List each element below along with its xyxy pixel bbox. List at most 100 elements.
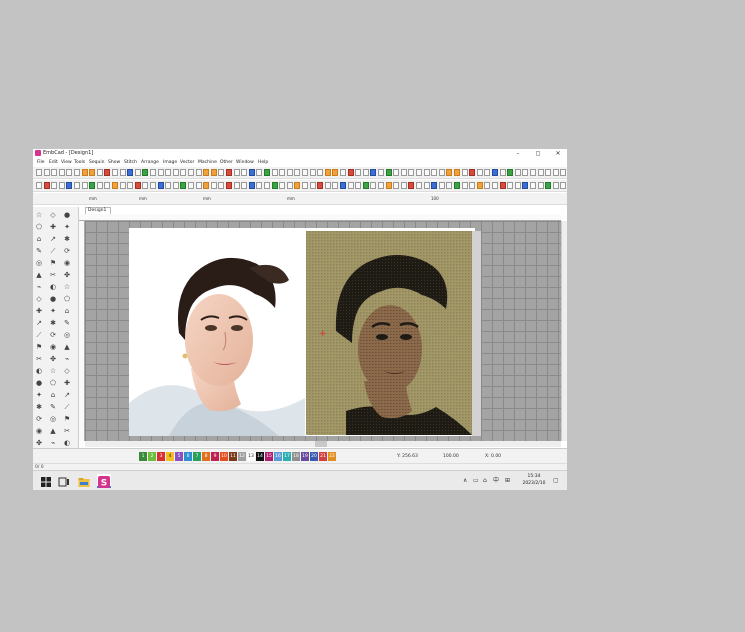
toolbox-tool-icon[interactable]: ✤ bbox=[63, 271, 71, 279]
toolbox-tool-icon[interactable]: ◇ bbox=[63, 367, 71, 375]
toolbox-tool-icon[interactable]: ⚑ bbox=[35, 343, 43, 351]
toolbar-button[interactable] bbox=[324, 182, 331, 189]
toolbar-button[interactable] bbox=[286, 182, 293, 189]
toolbar-button[interactable] bbox=[271, 169, 278, 176]
toolbar-button[interactable] bbox=[218, 169, 225, 176]
horizontal-scrollbar[interactable] bbox=[85, 441, 561, 447]
toolbar-button[interactable] bbox=[165, 182, 172, 189]
thread-color-swatch[interactable]: 5 bbox=[175, 452, 183, 461]
toolbar-button[interactable] bbox=[560, 182, 567, 189]
toolbar-button[interactable] bbox=[157, 169, 164, 176]
thread-color-swatch[interactable]: 10 bbox=[220, 452, 228, 461]
toolbar-button[interactable] bbox=[408, 182, 415, 189]
toolbar-button[interactable] bbox=[233, 182, 240, 189]
toolbar-button[interactable] bbox=[58, 169, 65, 176]
menu-window[interactable]: Window bbox=[236, 158, 254, 167]
toolbar-button[interactable] bbox=[492, 182, 498, 189]
toolbar-button[interactable] bbox=[317, 169, 324, 176]
toolbox-tool-icon[interactable]: ✂ bbox=[35, 355, 43, 363]
toolbar-button[interactable] bbox=[127, 182, 134, 189]
toolbar-button[interactable] bbox=[286, 169, 293, 176]
toolbar-button[interactable] bbox=[431, 182, 438, 189]
toolbar-button[interactable] bbox=[302, 169, 308, 176]
toolbar-button[interactable] bbox=[423, 182, 430, 189]
toolbox-tool-icon[interactable]: ⟋ bbox=[35, 331, 43, 339]
toolbox-tool-icon[interactable]: ✦ bbox=[35, 391, 43, 399]
thread-color-swatch[interactable]: 13 bbox=[247, 452, 255, 461]
vertical-scrollbar[interactable] bbox=[561, 221, 567, 441]
toolbox-tool-icon[interactable]: ↗ bbox=[49, 235, 57, 243]
toolbar-button[interactable] bbox=[294, 169, 301, 176]
toolbar-button[interactable] bbox=[271, 182, 278, 189]
toolbox-tool-icon[interactable]: ✎ bbox=[49, 403, 57, 411]
toolbar-button[interactable] bbox=[393, 182, 400, 189]
menu-vector[interactable]: Vector bbox=[180, 158, 194, 167]
toolbox-tool-icon[interactable]: ▲ bbox=[63, 343, 71, 351]
toolbar-button[interactable] bbox=[378, 169, 384, 176]
toolbar-button[interactable] bbox=[294, 182, 301, 189]
toolbar-button[interactable] bbox=[66, 182, 73, 189]
thread-color-swatch[interactable]: 15 bbox=[265, 452, 273, 461]
thread-color-swatch[interactable]: 9 bbox=[211, 452, 219, 461]
toolbar-button[interactable] bbox=[96, 169, 103, 176]
tray-input-method[interactable]: 中 bbox=[493, 471, 499, 490]
toolbar-button[interactable] bbox=[172, 169, 179, 176]
toolbar-button[interactable] bbox=[530, 182, 536, 189]
toolbar-button[interactable] bbox=[461, 169, 468, 176]
toolbar-button[interactable] bbox=[324, 169, 331, 176]
toolbar-button[interactable] bbox=[530, 169, 536, 176]
toolbar-button[interactable] bbox=[36, 182, 42, 189]
task-view-icon[interactable] bbox=[57, 474, 71, 488]
toolbar-button[interactable] bbox=[370, 182, 377, 189]
thread-color-swatch[interactable]: 16 bbox=[274, 452, 282, 461]
windows-start-icon[interactable] bbox=[39, 474, 53, 488]
toolbox-tool-icon[interactable]: ⌁ bbox=[63, 355, 71, 363]
toolbar-button[interactable] bbox=[309, 182, 316, 189]
toolbar-button[interactable] bbox=[104, 169, 111, 176]
toolbar-button[interactable] bbox=[188, 182, 194, 189]
toolbar-button[interactable] bbox=[522, 182, 529, 189]
toolbar-button[interactable] bbox=[58, 182, 65, 189]
thread-color-swatch[interactable]: 6 bbox=[184, 452, 192, 461]
toolbox-tool-icon[interactable]: ⌂ bbox=[63, 307, 71, 315]
toolbar-button[interactable] bbox=[499, 182, 506, 189]
taskbar-clock[interactable]: 15:34 2023/2/10 bbox=[517, 474, 551, 487]
toolbar-button[interactable] bbox=[514, 182, 521, 189]
toolbox-tool-icon[interactable]: ⌁ bbox=[35, 283, 43, 291]
toolbar-button[interactable] bbox=[545, 182, 552, 189]
toolbar-button[interactable] bbox=[332, 182, 339, 189]
toolbar-button[interactable] bbox=[454, 182, 460, 189]
menu-sequin[interactable]: Sequin bbox=[89, 158, 104, 167]
toolbar-button[interactable] bbox=[96, 182, 103, 189]
toolbox-tool-icon[interactable]: ◐ bbox=[49, 283, 57, 291]
thread-color-swatch[interactable]: 14 bbox=[256, 452, 264, 461]
toolbar-button[interactable] bbox=[119, 182, 126, 189]
toolbox-tool-icon[interactable]: ● bbox=[35, 379, 43, 387]
toolbar-button[interactable] bbox=[370, 169, 377, 176]
toolbar-button[interactable] bbox=[408, 169, 415, 176]
portrait-photo[interactable] bbox=[129, 228, 305, 436]
menu-arrange[interactable]: Arrange bbox=[141, 158, 159, 167]
menu-tools[interactable]: Tools bbox=[74, 158, 85, 167]
toolbar-button[interactable] bbox=[537, 169, 544, 176]
toolbox-tool-icon[interactable]: ✚ bbox=[63, 379, 71, 387]
toolbox-tool-icon[interactable]: ⚑ bbox=[63, 415, 71, 423]
toolbox-tool-icon[interactable]: ▲ bbox=[49, 427, 57, 435]
thread-color-swatch[interactable]: 19 bbox=[301, 452, 309, 461]
toolbar-button[interactable] bbox=[89, 169, 96, 176]
toolbar-button[interactable] bbox=[43, 169, 50, 176]
zoom-value[interactable]: 100 bbox=[431, 193, 439, 205]
toolbox-tool-icon[interactable]: ⌂ bbox=[49, 391, 57, 399]
toolbar-button[interactable] bbox=[446, 182, 453, 189]
toolbar-button[interactable] bbox=[400, 182, 407, 189]
thread-color-swatch[interactable]: 17 bbox=[283, 452, 291, 461]
document-tab[interactable]: Design1 bbox=[85, 207, 111, 214]
toolbox-tool-icon[interactable]: ◎ bbox=[49, 415, 57, 423]
toolbox-tool-icon[interactable]: ◎ bbox=[35, 259, 43, 267]
toolbar-button[interactable] bbox=[89, 182, 96, 189]
toolbar-button[interactable] bbox=[499, 169, 506, 176]
toolbox-tool-icon[interactable]: ◇ bbox=[49, 211, 57, 219]
toolbar-button[interactable] bbox=[552, 182, 559, 189]
toolbar-button[interactable] bbox=[279, 182, 286, 189]
horizontal-scroll-thumb[interactable] bbox=[315, 441, 327, 447]
